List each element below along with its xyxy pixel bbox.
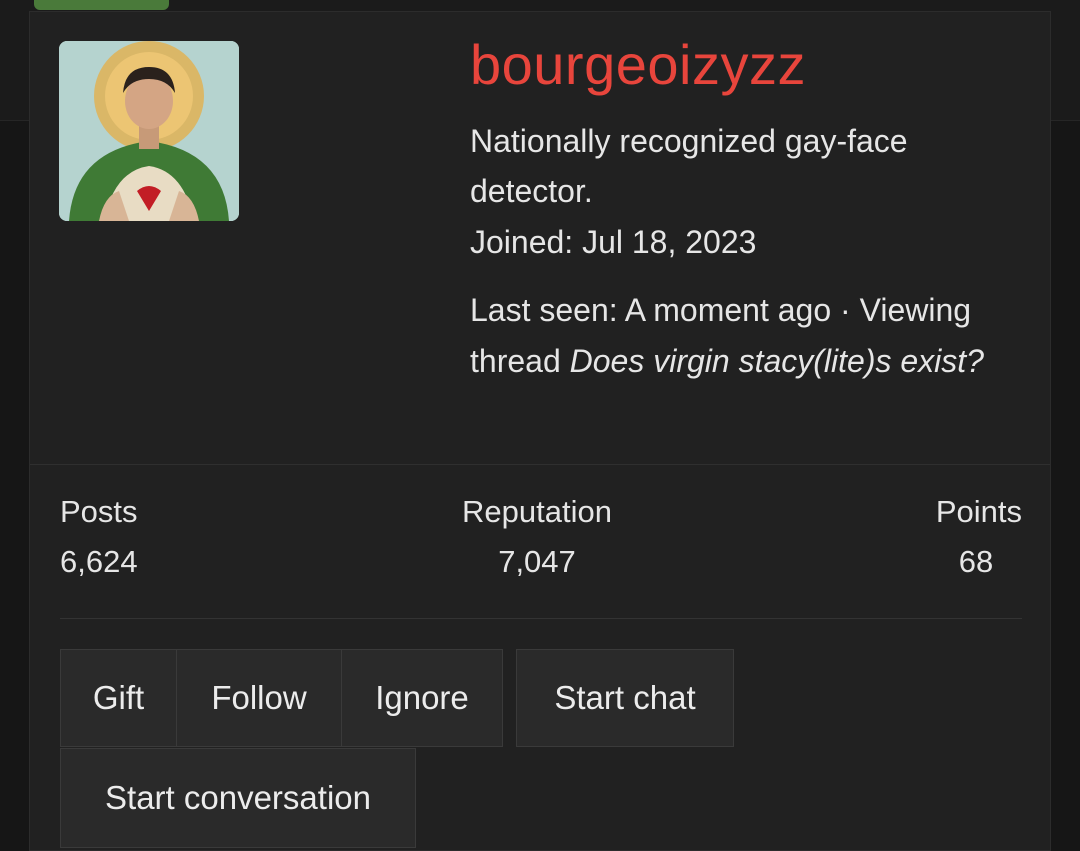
viewing-thread-link[interactable]: Does virgin stacy(lite)s exist? xyxy=(570,343,984,379)
joined-date: Joined: Jul 18, 2023 xyxy=(470,224,757,260)
follow-button[interactable]: Follow xyxy=(176,649,342,747)
background-avatar xyxy=(34,0,169,10)
member-tooltip-card: bourgeoizyzz Nationally recognized gay-f… xyxy=(29,11,1051,851)
gift-button[interactable]: Gift xyxy=(60,649,177,747)
stat-points-label: Points xyxy=(935,494,1022,529)
stat-reputation-value: 7,047 xyxy=(498,544,576,579)
avatar-image xyxy=(59,41,239,221)
stat-posts[interactable]: Posts 6,624 xyxy=(60,494,138,580)
username[interactable]: bourgeoizyzz xyxy=(470,32,806,97)
ignore-button[interactable]: Ignore xyxy=(341,649,503,747)
stat-posts-value: 6,624 xyxy=(60,544,138,579)
start-conversation-button[interactable]: Start conversation xyxy=(60,748,416,848)
stat-reputation-label: Reputation xyxy=(462,494,612,529)
stat-posts-label: Posts xyxy=(60,494,138,529)
avatar[interactable] xyxy=(59,41,239,221)
divider xyxy=(60,618,1022,619)
user-title: Nationally recognized gay-face detector. xyxy=(470,123,908,209)
stat-reputation: Reputation 7,047 xyxy=(456,494,618,580)
last-seen: Last seen: A moment ago · Viewing thread… xyxy=(470,285,1030,387)
member-tooltip-header: bourgeoizyzz Nationally recognized gay-f… xyxy=(30,12,1050,465)
stat-points[interactable]: Points 68 xyxy=(900,494,1022,580)
start-chat-button[interactable]: Start chat xyxy=(516,649,734,747)
stat-points-value: 68 xyxy=(958,544,994,579)
